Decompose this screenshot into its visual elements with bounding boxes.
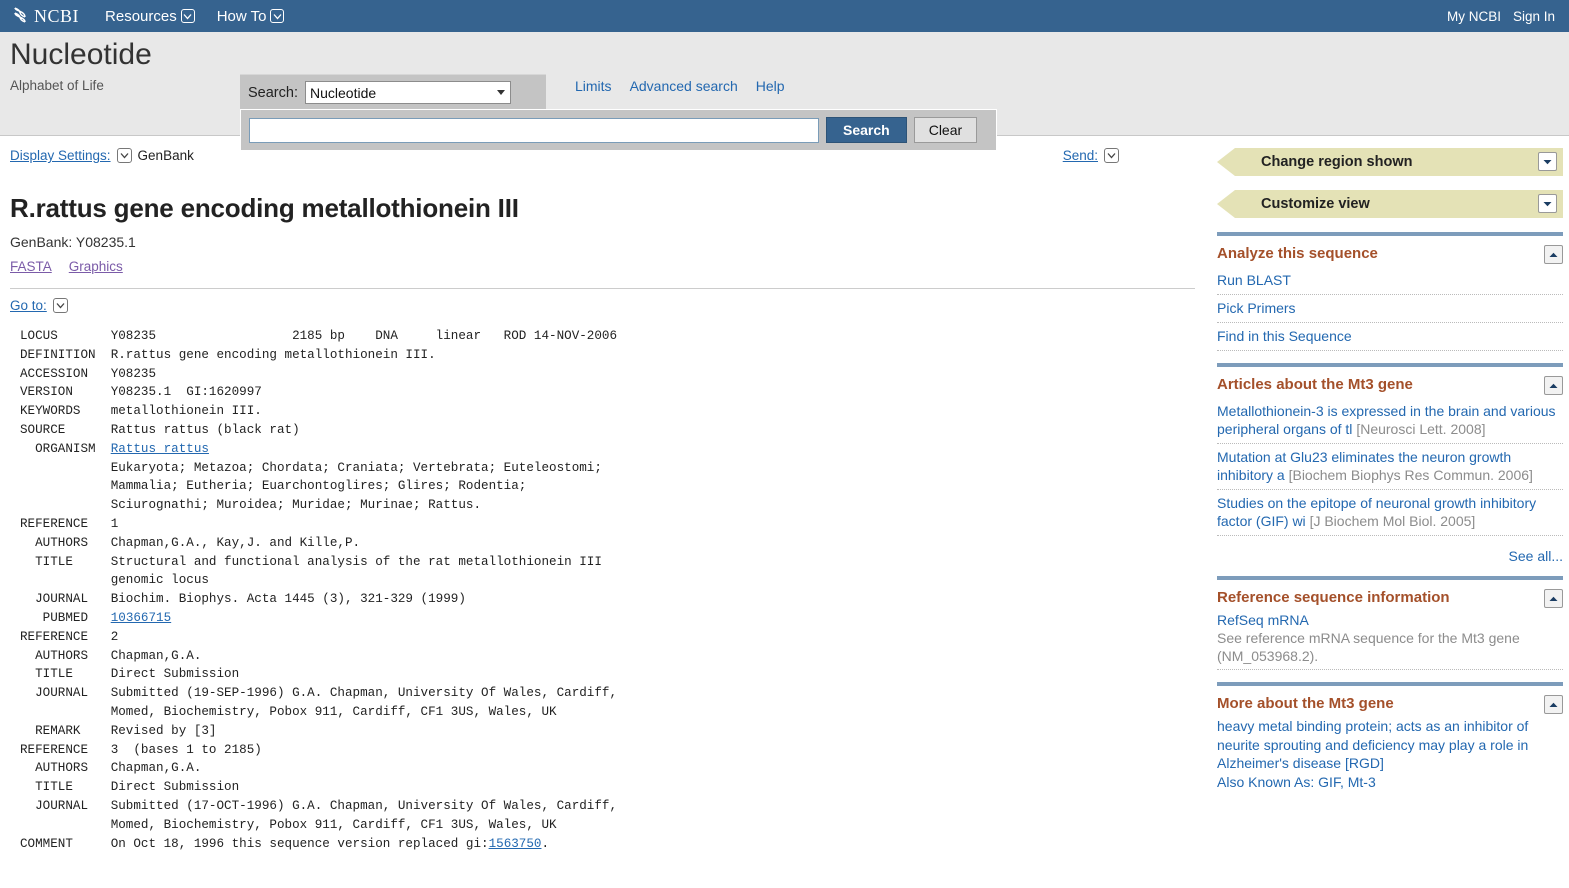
article-citation: [Biochem Biophys Res Commun. 2006] bbox=[1288, 467, 1533, 483]
list-item[interactable]: Studies on the epitope of neuronal growt… bbox=[1217, 490, 1563, 536]
panel-divider bbox=[1217, 682, 1563, 686]
account-links: My NCBI Sign In bbox=[1447, 0, 1555, 32]
record-format-links: FASTA Graphics bbox=[10, 259, 1193, 274]
find-in-sequence-link[interactable]: Find in this Sequence bbox=[1217, 323, 1563, 351]
customize-view-ribbon[interactable]: Customize view bbox=[1217, 190, 1563, 218]
panel-header: Analyze this sequence bbox=[1217, 245, 1563, 264]
record-toolbar: Display Settings: GenBank Send: bbox=[10, 136, 1193, 163]
run-blast-link[interactable]: Run BLAST bbox=[1217, 267, 1563, 295]
ncbi-wordmark: NCBI bbox=[34, 5, 80, 26]
panel-divider bbox=[1217, 576, 1563, 580]
panel-divider bbox=[1217, 232, 1563, 236]
top-nav: Resources How To bbox=[105, 8, 285, 25]
article-citation: [Neurosci Lett. 2008] bbox=[1356, 421, 1486, 437]
genbank-link[interactable]: 1563750 bbox=[489, 837, 542, 851]
chevron-up-icon[interactable] bbox=[1544, 376, 1563, 395]
advanced-search-link[interactable]: Advanced search bbox=[630, 78, 738, 94]
database-title-block: Nucleotide Alphabet of Life bbox=[10, 38, 152, 93]
panel-title: Articles about the Mt3 gene bbox=[1217, 376, 1413, 393]
panel-title: Analyze this sequence bbox=[1217, 245, 1378, 262]
dna-helix-icon bbox=[14, 7, 26, 23]
genbank-link[interactable]: 10366715 bbox=[111, 611, 171, 625]
search-db-row: Search: Nucleotide bbox=[240, 74, 546, 109]
send-link[interactable]: Send: bbox=[1063, 148, 1098, 163]
caret-down-icon bbox=[496, 90, 505, 95]
nav-resources-label: Resources bbox=[105, 7, 177, 25]
ncbi-logo[interactable]: NCBI bbox=[12, 6, 79, 27]
panel-more-about-gene: More about the Mt3 gene heavy metal bind… bbox=[1217, 682, 1563, 791]
send-to-control[interactable]: Send: bbox=[1063, 148, 1125, 163]
database-name: Nucleotide bbox=[10, 38, 152, 71]
chevron-down-icon[interactable] bbox=[180, 9, 195, 23]
chevron-down-icon[interactable] bbox=[270, 9, 285, 23]
panel-title: Reference sequence information bbox=[1217, 589, 1450, 606]
list-item[interactable]: Mutation at Glu23 eliminates the neuron … bbox=[1217, 444, 1563, 490]
display-format-value: GenBank bbox=[137, 148, 194, 163]
page-content: Display Settings: GenBank Send: R.rattus… bbox=[0, 136, 1569, 888]
chevron-down-icon[interactable] bbox=[52, 298, 68, 313]
sign-in-link[interactable]: Sign In bbox=[1513, 9, 1555, 24]
customize-view-label: Customize view bbox=[1261, 196, 1370, 212]
pick-primers-link[interactable]: Pick Primers bbox=[1217, 295, 1563, 323]
list-item[interactable]: Metallothionein-3 is expressed in the br… bbox=[1217, 398, 1563, 444]
nav-how-to-label: How To bbox=[216, 7, 267, 25]
chevron-up-icon[interactable] bbox=[1544, 589, 1563, 608]
chevron-down-icon[interactable] bbox=[1538, 152, 1557, 171]
chevron-down-icon[interactable] bbox=[1104, 148, 1119, 163]
panel-articles-about-gene: Articles about the Mt3 gene Metallothion… bbox=[1217, 363, 1563, 564]
panel-header: More about the Mt3 gene bbox=[1217, 695, 1563, 714]
genbank-record: LOCUS Y08235 2185 bp DNA linear ROD 14-N… bbox=[20, 329, 618, 851]
go-to-link[interactable]: Go to: bbox=[10, 298, 47, 313]
chevron-down-icon[interactable] bbox=[116, 148, 132, 163]
article-citation: [J Biochem Mol Biol. 2005] bbox=[1309, 513, 1476, 529]
display-settings-link[interactable]: Display Settings: bbox=[10, 148, 111, 163]
search-label: Search: bbox=[248, 84, 298, 101]
gene-description: heavy metal binding protein; acts as an … bbox=[1217, 718, 1529, 771]
see-all-container: See all... bbox=[1217, 548, 1563, 564]
gene-also-known-as: Also Known As: GIF, Mt-3 bbox=[1217, 773, 1376, 790]
search-header: Nucleotide Alphabet of Life Search: Nucl… bbox=[0, 32, 1569, 151]
help-link[interactable]: Help bbox=[756, 78, 785, 94]
nav-resources[interactable]: Resources bbox=[105, 8, 195, 25]
ncbi-top-bar: NCBI Resources How To My NCBI Sign In bbox=[0, 0, 1569, 32]
panel-title: More about the Mt3 gene bbox=[1217, 695, 1394, 712]
main-column: Display Settings: GenBank Send: R.rattus… bbox=[0, 136, 1205, 888]
chevron-up-icon[interactable] bbox=[1544, 695, 1563, 714]
my-ncbi-link[interactable]: My NCBI bbox=[1447, 9, 1501, 24]
panel-header: Articles about the Mt3 gene bbox=[1217, 376, 1563, 395]
nav-how-to[interactable]: How To bbox=[217, 8, 285, 25]
accession-line: GenBank: Y08235.1 bbox=[10, 234, 136, 250]
panel-analyze-this-sequence: Analyze this sequence Run BLAST Pick Pri… bbox=[1217, 232, 1563, 351]
see-all-link[interactable]: See all... bbox=[1509, 548, 1563, 564]
chevron-down-icon[interactable] bbox=[1538, 194, 1557, 213]
go-to-control[interactable]: Go to: bbox=[10, 298, 1193, 313]
change-region-shown-ribbon[interactable]: Change region shown bbox=[1217, 148, 1563, 176]
panel-divider bbox=[1217, 363, 1563, 367]
refseq-description: See reference mRNA sequence for the Mt3 … bbox=[1217, 629, 1563, 670]
genbank-link[interactable]: Rattus rattus bbox=[111, 442, 209, 456]
search-helper-links: Limits Advanced search Help bbox=[575, 78, 785, 94]
panel-reference-sequence-information: Reference sequence information RefSeq mR… bbox=[1217, 576, 1563, 670]
change-region-shown-label: Change region shown bbox=[1261, 154, 1413, 170]
divider bbox=[10, 288, 1195, 289]
page-title: R.rattus gene encoding metallothionein I… bbox=[10, 193, 519, 223]
graphics-link[interactable]: Graphics bbox=[69, 259, 123, 274]
panel-header: Reference sequence information bbox=[1217, 589, 1563, 608]
refseq-mrna-link[interactable]: RefSeq mRNA bbox=[1217, 611, 1563, 629]
database-tagline: Alphabet of Life bbox=[10, 78, 104, 93]
fasta-link[interactable]: FASTA bbox=[10, 259, 52, 274]
right-sidebar: Change region shown Customize view Analy… bbox=[1205, 136, 1569, 888]
limits-link[interactable]: Limits bbox=[575, 78, 612, 94]
chevron-up-icon[interactable] bbox=[1544, 245, 1563, 264]
database-select-value: Nucleotide bbox=[309, 84, 377, 101]
database-select[interactable]: Nucleotide bbox=[304, 81, 511, 104]
